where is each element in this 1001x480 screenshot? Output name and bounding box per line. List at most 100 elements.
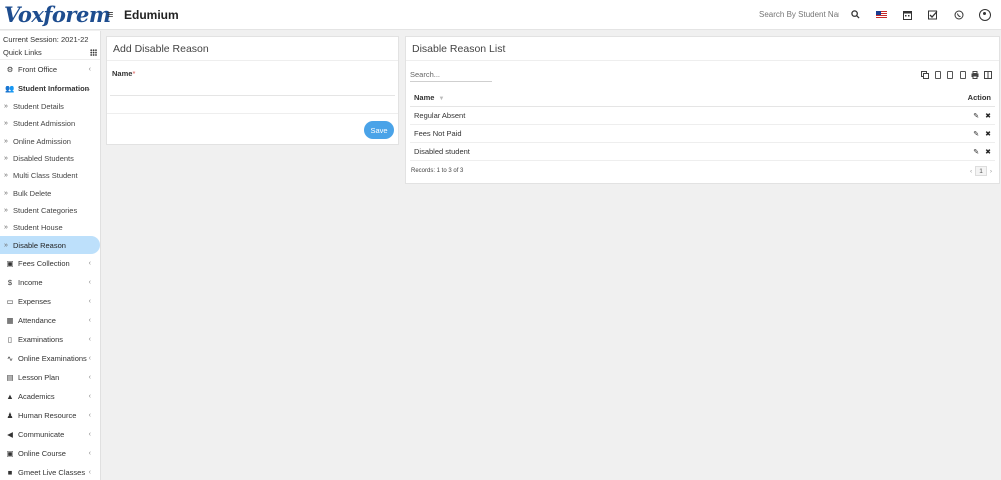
csv-icon[interactable] xyxy=(945,70,956,79)
calendar-icon[interactable] xyxy=(897,7,917,23)
sidebar-subitem-disable-reason[interactable]: » Disable Reason xyxy=(0,236,100,254)
row-actions: ✎ ✖ xyxy=(973,112,991,120)
sidebar-item-income[interactable]: $ Income ‹ xyxy=(0,273,100,292)
sidebar-item-student-information[interactable]: 👥 Student Information ⌄ xyxy=(0,79,100,98)
sidebar-subitem-label: Multi Class Student xyxy=(13,171,78,181)
sidebar-item-front-office[interactable]: ⚙ Front Office ‹ xyxy=(0,60,100,79)
file-video-icon: ▣ xyxy=(6,448,14,458)
quick-links-label: Quick Links xyxy=(3,47,42,57)
sidebar-item-label: Lesson Plan xyxy=(18,372,60,382)
student-search-input[interactable] xyxy=(759,10,839,19)
edit-icon[interactable]: ✎ xyxy=(973,112,979,120)
whatsapp-icon[interactable] xyxy=(949,7,969,23)
sidebar-item-fees-collection[interactable]: ▣ Fees Collection ‹ xyxy=(0,254,100,273)
row-actions: ✎ ✖ xyxy=(973,148,991,156)
double-chevron-icon: » xyxy=(4,155,8,163)
reason-name: Disabled student xyxy=(414,147,470,156)
top-header: Voxforem ≡ Edumium xyxy=(0,0,1001,30)
sidebar-item-communicate[interactable]: ◀ Communicate ‹ xyxy=(0,425,100,444)
save-button[interactable]: Save xyxy=(364,121,394,139)
name-label-text: Name xyxy=(112,69,133,78)
search-icon[interactable] xyxy=(845,7,865,23)
reason-name: Regular Absent xyxy=(414,111,466,120)
double-chevron-icon: » xyxy=(4,189,8,197)
sidebar-item-label: Student Information xyxy=(18,84,90,93)
sidebar-subitem-multi-class-student[interactable]: » Multi Class Student xyxy=(0,167,100,184)
chevron-left-icon: ‹ xyxy=(88,316,91,324)
add-disable-reason-panel: Add Disable Reason Name* Save xyxy=(106,36,399,145)
sidebar-item-label: Human Resource xyxy=(18,410,77,420)
sidebar-item-human-resource[interactable]: ♟ Human Resource ‹ xyxy=(0,406,100,425)
double-chevron-icon: » xyxy=(4,137,8,145)
sidebar-item-online-course[interactable]: ▣ Online Course ‹ xyxy=(0,444,100,463)
name-field[interactable] xyxy=(110,82,395,96)
app-name: Edumium xyxy=(124,7,179,22)
copy-icon[interactable] xyxy=(920,70,931,79)
sidebar-subitem-label: Student Categories xyxy=(13,205,78,215)
sort-icon: ▼ xyxy=(438,96,445,102)
quick-links[interactable]: Quick Links xyxy=(0,45,100,60)
sidebar-item-label: Gmeet Live Classes xyxy=(18,467,86,477)
edit-icon[interactable]: ✎ xyxy=(973,148,979,156)
sidebar-item-academics[interactable]: ▲ Academics ‹ xyxy=(0,387,100,406)
name-field-label: Name* xyxy=(107,61,398,78)
edit-icon[interactable]: ✎ xyxy=(973,130,979,138)
sidebar-item-lesson-plan[interactable]: ▤ Lesson Plan ‹ xyxy=(0,368,100,387)
sidebar-item-online-examinations[interactable]: ∿ Online Examinations ‹ xyxy=(0,349,100,368)
sidebar-item-gmeet-live-classes[interactable]: ■ Gmeet Live Classes ‹ xyxy=(0,463,100,480)
required-mark: * xyxy=(132,69,136,78)
chevron-left-icon: ‹ xyxy=(88,259,91,267)
sidebar-item-label: Fees Collection xyxy=(18,258,70,268)
print-icon[interactable] xyxy=(970,70,981,79)
chevron-left-icon: ‹ xyxy=(88,335,91,343)
sidebar-subitem-disabled-students[interactable]: » Disabled Students xyxy=(0,150,100,167)
add-panel-title: Add Disable Reason xyxy=(107,37,398,61)
logo[interactable]: Voxforem xyxy=(0,2,111,27)
sidebar-subitem-label: Disabled Students xyxy=(13,154,74,164)
list-search-input[interactable] xyxy=(410,68,492,82)
calendar-check-icon: ▦ xyxy=(6,315,14,325)
chevron-left-icon: ‹ xyxy=(88,278,91,286)
credit-card-icon: ▭ xyxy=(6,296,14,306)
columns-icon[interactable] xyxy=(982,70,993,79)
delete-icon[interactable]: ✖ xyxy=(985,130,991,138)
double-chevron-icon: » xyxy=(4,120,8,128)
name-column-header[interactable]: Name ▼ xyxy=(414,93,444,102)
sidebar-subitem-student-admission[interactable]: » Student Admission xyxy=(0,115,100,132)
sidebar-subitem-label: Disable Reason xyxy=(13,240,66,250)
list-icon: ▤ xyxy=(6,372,14,382)
sidebar-item-label: Expenses xyxy=(18,296,51,306)
sidebar-item-expenses[interactable]: ▭ Expenses ‹ xyxy=(0,292,100,311)
delete-icon[interactable]: ✖ xyxy=(985,148,991,156)
pagination: ‹ 1 › xyxy=(970,166,992,176)
next-page-button[interactable]: › xyxy=(990,168,992,175)
sidebar-item-label: Online Examinations xyxy=(18,353,87,363)
pdf-icon[interactable] xyxy=(957,70,968,79)
name-column-label: Name xyxy=(414,93,435,102)
sidebar-item-label: Attendance xyxy=(18,315,56,325)
double-chevron-icon: » xyxy=(4,206,8,214)
sidebar-subitem-bulk-delete[interactable]: » Bulk Delete xyxy=(0,184,100,201)
user-avatar-icon[interactable] xyxy=(975,7,995,23)
map-icon: ▯ xyxy=(7,334,13,344)
sidebar-item-label: Online Course xyxy=(18,448,66,458)
sidebar-subitem-student-details[interactable]: » Student Details xyxy=(0,98,100,115)
prev-page-button[interactable]: ‹ xyxy=(970,168,972,175)
sidebar-subitem-online-admission[interactable]: » Online Admission xyxy=(0,133,100,150)
us-flag-icon[interactable] xyxy=(871,7,891,23)
sidebar-subitem-student-categories[interactable]: » Student Categories xyxy=(0,202,100,219)
sidebar-subitem-student-house[interactable]: » Student House xyxy=(0,219,100,236)
chevron-left-icon: ‹ xyxy=(88,297,91,305)
excel-icon[interactable] xyxy=(932,70,943,79)
disable-reason-list-panel: Disable Reason List Name▼ Action Regular… xyxy=(405,36,1000,184)
checkbox-icon[interactable] xyxy=(923,7,943,23)
sidebar: Current Session: 2021-22 Quick Links ⚙ F… xyxy=(0,31,101,480)
grid-icon[interactable] xyxy=(90,48,97,56)
sitemap-icon: ♟ xyxy=(6,410,14,420)
sidebar-item-attendance[interactable]: ▦ Attendance ‹ xyxy=(0,311,100,330)
page-number-button[interactable]: 1 xyxy=(975,166,987,176)
sidebar-item-examinations[interactable]: ▯ Examinations ‹ xyxy=(0,330,100,349)
table-row: Regular Absent ✎ ✖ xyxy=(410,107,995,125)
menu-icon[interactable]: ≡ xyxy=(107,9,121,21)
delete-icon[interactable]: ✖ xyxy=(985,112,991,120)
